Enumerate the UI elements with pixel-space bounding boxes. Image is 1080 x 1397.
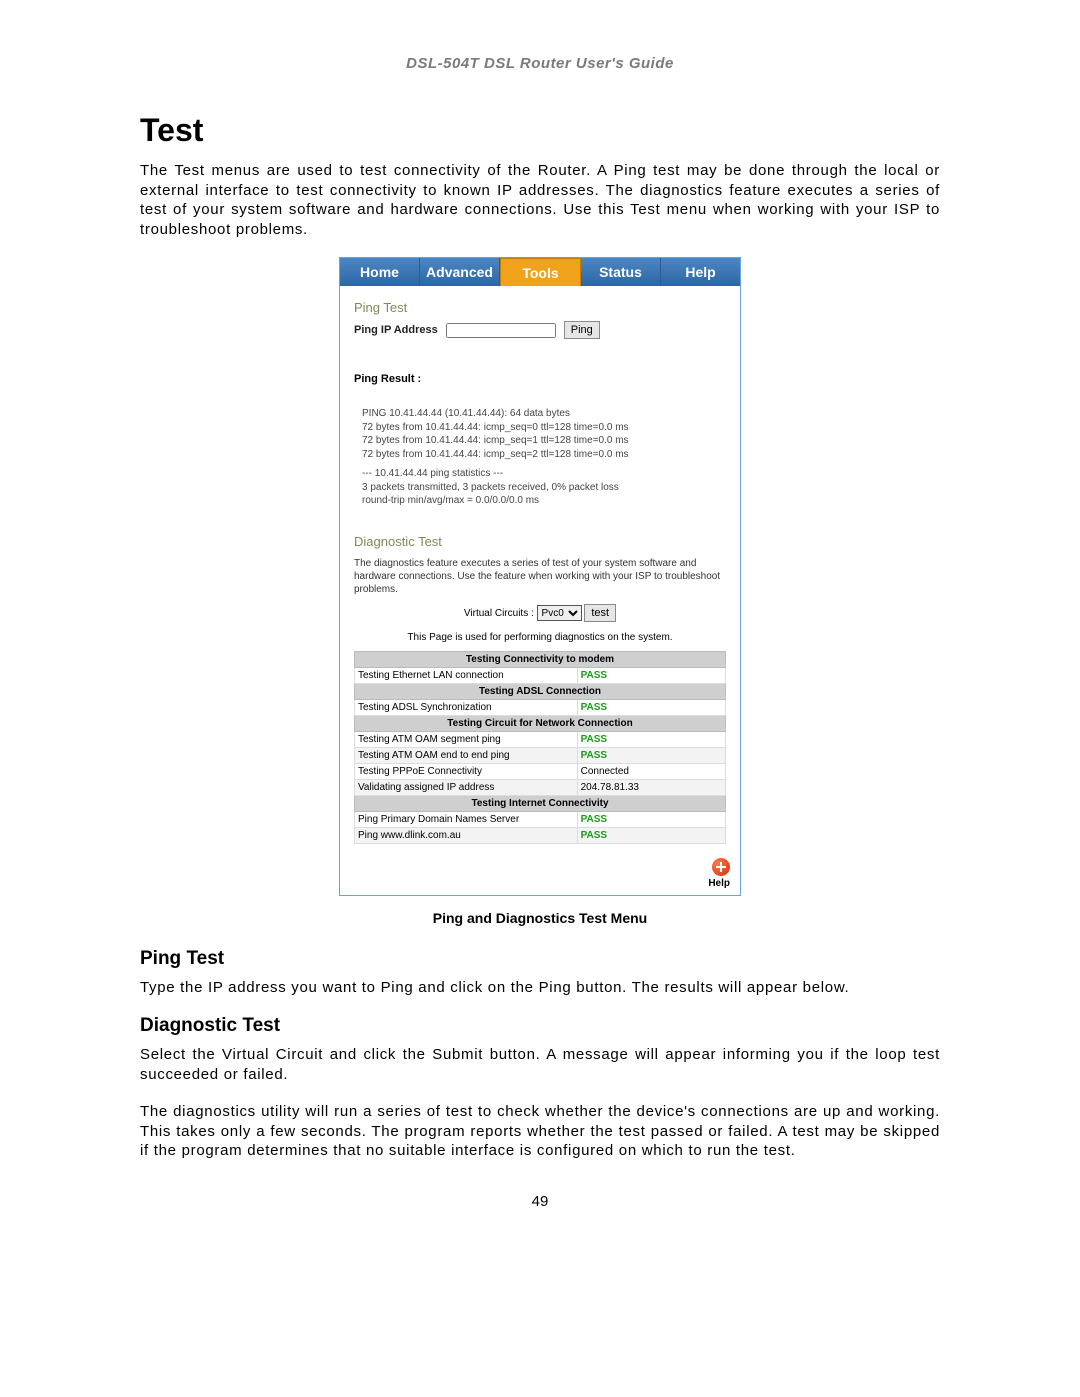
diag-row-name: Testing Ethernet LAN connection (355, 667, 578, 683)
diag-row: Ping Primary Domain Names ServerPASS (355, 811, 726, 827)
page-number: 49 (140, 1193, 940, 1210)
diag-row: Testing PPPoE ConnectivityConnected (355, 763, 726, 779)
diag-row-result: PASS (577, 747, 725, 763)
diag-row-name: Ping www.dlink.com.au (355, 827, 578, 843)
ping-line: round-trip min/avg/max = 0.0/0.0/0.0 ms (362, 494, 726, 508)
ping-line: 72 bytes from 10.41.44.44: icmp_seq=0 tt… (362, 421, 726, 435)
virtual-circuit-select[interactable]: Pvc0 (537, 605, 582, 621)
diagnostic-table: Testing Connectivity to modemTesting Eth… (354, 651, 726, 844)
ping-result-label: Ping Result : (354, 373, 726, 385)
diag-row-result: PASS (577, 811, 725, 827)
tab-tools[interactable]: Tools (500, 258, 581, 286)
diagnostic-body-1: Select the Virtual Circuit and click the… (140, 1045, 940, 1084)
screenshot-caption: Ping and Diagnostics Test Menu (140, 910, 940, 926)
help-label: Help (340, 878, 730, 889)
diag-row-result: PASS (577, 699, 725, 715)
intro-paragraph: The Test menus are used to test connecti… (140, 161, 940, 239)
ping-result-output: PING 10.41.44.44 (10.41.44.44): 64 data … (354, 407, 726, 508)
diag-row-result: Connected (577, 763, 725, 779)
diag-row-name: Testing ADSL Synchronization (355, 699, 578, 715)
tab-status[interactable]: Status (581, 258, 661, 286)
diag-row-name: Testing ATM OAM segment ping (355, 731, 578, 747)
diag-row-result: PASS (577, 827, 725, 843)
diag-row: Testing ATM OAM end to end pingPASS (355, 747, 726, 763)
diagnostic-body-2: The diagnostics utility will run a serie… (140, 1102, 940, 1161)
ping-test-section-title: Ping Test (354, 300, 726, 315)
diag-row: Testing Ethernet LAN connectionPASS (355, 667, 726, 683)
virtual-circuit-label: Virtual Circuits : (464, 608, 534, 619)
ping-line: PING 10.41.44.44 (10.41.44.44): 64 data … (362, 407, 726, 421)
help-corner: Help (340, 852, 740, 895)
diag-row: Testing ADSL SynchronizationPASS (355, 699, 726, 715)
ping-line: --- 10.41.44.44 ping statistics --- (362, 467, 726, 481)
diag-group-header: Testing Connectivity to modem (355, 651, 726, 667)
ping-button[interactable]: Ping (564, 321, 600, 339)
diag-row: Validating assigned IP address204.78.81.… (355, 779, 726, 795)
diag-group-header: Testing ADSL Connection (355, 683, 726, 699)
diag-row-name: Ping Primary Domain Names Server (355, 811, 578, 827)
page-title: Test (140, 112, 940, 149)
diagnostic-note: This Page is used for performing diagnos… (354, 632, 726, 643)
diag-row-name: Validating assigned IP address (355, 779, 578, 795)
diag-group-header: Testing Circuit for Network Connection (355, 715, 726, 731)
ping-line: 72 bytes from 10.41.44.44: icmp_seq=1 tt… (362, 434, 726, 448)
diagnostic-section-title: Diagnostic Test (354, 534, 726, 549)
ping-ip-label: Ping IP Address (354, 324, 438, 336)
router-screenshot: Home Advanced Tools Status Help Ping Tes… (339, 257, 741, 896)
tab-advanced[interactable]: Advanced (420, 258, 500, 286)
tab-home[interactable]: Home (340, 258, 420, 286)
diagnostic-test-heading: Diagnostic Test (140, 1015, 940, 1037)
help-icon[interactable] (712, 858, 730, 876)
diag-row-result: 204.78.81.33 (577, 779, 725, 795)
ping-test-heading: Ping Test (140, 948, 940, 970)
diag-row: Ping www.dlink.com.auPASS (355, 827, 726, 843)
diag-row-result: PASS (577, 667, 725, 683)
diagnostic-description: The diagnostics feature executes a serie… (354, 557, 726, 596)
ping-ip-input[interactable] (446, 323, 556, 338)
doc-header: DSL-504T DSL Router User's Guide (140, 55, 940, 72)
ping-line: 72 bytes from 10.41.44.44: icmp_seq=2 tt… (362, 448, 726, 462)
test-button[interactable]: test (584, 604, 616, 622)
tab-help[interactable]: Help (661, 258, 740, 286)
diag-row: Testing ATM OAM segment pingPASS (355, 731, 726, 747)
diag-row-result: PASS (577, 731, 725, 747)
ping-test-body: Type the IP address you want to Ping and… (140, 978, 940, 998)
tab-bar: Home Advanced Tools Status Help (340, 258, 740, 286)
diag-row-name: Testing ATM OAM end to end ping (355, 747, 578, 763)
diag-group-header: Testing Internet Connectivity (355, 795, 726, 811)
ping-line: 3 packets transmitted, 3 packets receive… (362, 481, 726, 495)
diag-row-name: Testing PPPoE Connectivity (355, 763, 578, 779)
